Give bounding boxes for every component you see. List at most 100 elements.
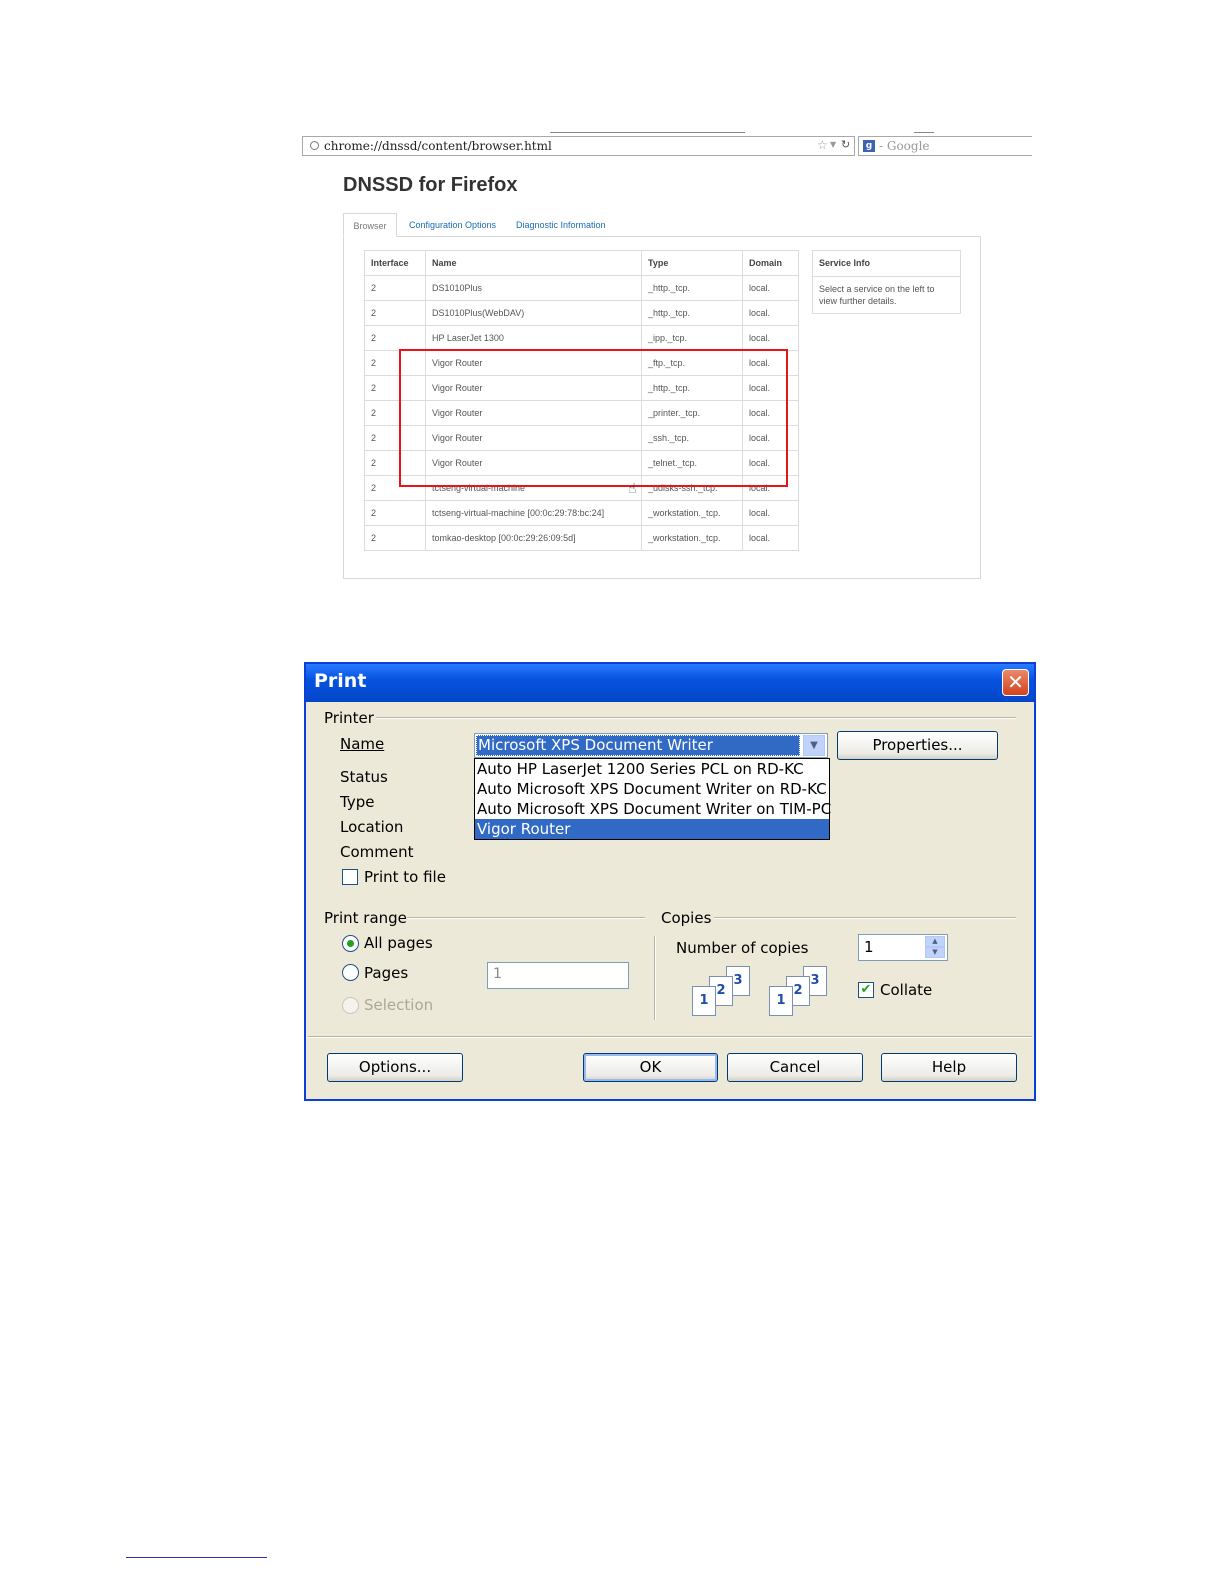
row-name-cell: tomkao-desktop [00:0c:29:26:09:5d]	[425, 525, 642, 551]
number-of-copies-label: Number of copies	[676, 939, 809, 957]
search-bar[interactable]: g - Google	[858, 136, 1032, 156]
search-placeholder: - Google	[879, 139, 930, 153]
search-engine-icon[interactable]: g	[863, 140, 875, 152]
cancel-button[interactable]: Cancel	[727, 1053, 863, 1082]
name-label: Name	[340, 735, 385, 753]
table-row[interactable]: 2 HP LaserJet 1300 _ipp._tcp. local.	[364, 325, 799, 351]
properties-button[interactable]: Properties...	[837, 731, 998, 760]
hand-cursor-icon: ☝	[628, 481, 637, 497]
row-domain-cell: local.	[742, 300, 799, 326]
selection-radio[interactable]	[342, 997, 359, 1014]
tab-diagnostic-information[interactable]: Diagnostic Information	[516, 213, 606, 237]
title-bar[interactable]: Print ✕	[306, 664, 1034, 702]
print-to-file-label[interactable]: Print to file	[364, 868, 446, 886]
printer-option[interactable]: Auto Microsoft XPS Document Writer on RD…	[475, 779, 829, 799]
collate-checkbox[interactable]: ✔	[858, 982, 874, 998]
toolbar-edge	[550, 132, 745, 133]
service-info-title: Service Info	[813, 251, 960, 277]
page-1-icon: 1	[692, 986, 716, 1016]
close-icon[interactable]: ✕	[1002, 669, 1029, 696]
row-interface-cell: 2	[364, 525, 426, 551]
highlight-box	[399, 349, 788, 487]
row-domain-cell: local.	[742, 275, 799, 301]
row-name-cell: DS1010Plus	[425, 275, 642, 301]
tab-browser[interactable]: Browser	[343, 213, 397, 237]
table-row[interactable]: 2 tomkao-desktop [00:0c:29:26:09:5d] _work…	[364, 525, 799, 551]
chevron-down-icon[interactable]: ▼	[830, 140, 836, 149]
copies-group-label: Copies	[661, 909, 712, 927]
row-domain-cell: local.	[742, 525, 799, 551]
page-1-icon: 1	[769, 986, 793, 1016]
table-header-row: Interface Name Type Domain	[364, 250, 799, 276]
table-row[interactable]: 2 DS1010Plus _http._tcp. local.	[364, 275, 799, 301]
printer-option[interactable]: Auto Microsoft XPS Document Writer on TI…	[475, 799, 831, 819]
table-row[interactable]: 2 tctseng-virtual-machine [00:0c:29:78:bc…	[364, 500, 799, 526]
column-header-domain: Domain	[742, 250, 799, 276]
chevron-down-icon[interactable]: ▼	[803, 735, 825, 756]
bookmark-star-icon[interactable]: ☆	[817, 138, 828, 152]
column-header-type: Type	[641, 250, 743, 276]
group-divider	[407, 917, 645, 919]
collate-pages-icon: 3 2 1	[769, 966, 829, 1018]
printer-option[interactable]: Auto HP LaserJet 1200 Series PCL on RD-K…	[475, 759, 829, 779]
ok-button[interactable]: OK	[583, 1053, 718, 1082]
service-info-text: Select a service on the left to view fur…	[819, 284, 935, 306]
printer-name-select[interactable]: Microsoft XPS Document Writer ▼	[474, 733, 828, 758]
group-divider	[714, 917, 1016, 919]
spin-up-icon[interactable]: ▲	[925, 936, 945, 947]
row-type-cell: _http._tcp.	[641, 275, 743, 301]
group-separator	[654, 936, 656, 1020]
pages-label[interactable]: Pages	[364, 964, 408, 982]
comment-label: Comment	[340, 843, 414, 861]
dnssd-browser-screenshot: chrome://dnssd/content/browser.html ☆ ▼ …	[302, 132, 1032, 582]
row-interface-cell: 2	[364, 500, 426, 526]
copies-value: 1	[864, 938, 874, 956]
tab-configuration-options[interactable]: Configuration Options	[409, 213, 496, 237]
footer-rule	[126, 1557, 267, 1558]
globe-icon	[310, 141, 319, 150]
all-pages-radio[interactable]	[342, 935, 359, 952]
address-bar[interactable]: chrome://dnssd/content/browser.html ☆ ▼ …	[302, 136, 855, 156]
row-type-cell: _http._tcp.	[641, 300, 743, 326]
service-info-panel: Service Info Select a service on the lef…	[812, 250, 961, 314]
column-header-name: Name	[425, 250, 642, 276]
printer-option-highlighted[interactable]: Vigor Router	[475, 819, 829, 839]
row-domain-cell: local.	[742, 500, 799, 526]
status-label: Status	[340, 768, 388, 786]
group-divider	[376, 717, 1016, 719]
pages-input[interactable]: 1	[487, 962, 629, 989]
column-header-interface: Interface	[364, 250, 426, 276]
all-pages-label[interactable]: All pages	[364, 934, 433, 952]
toolbar-edge	[914, 132, 934, 133]
row-name-cell: tctseng-virtual-machine [00:0c:29:78:bc:…	[425, 500, 642, 526]
location-label: Location	[340, 818, 404, 836]
selected-printer: Microsoft XPS Document Writer	[476, 735, 800, 756]
printer-dropdown-list: Auto HP LaserJet 1200 Series PCL on RD-K…	[474, 758, 831, 840]
row-name-cell: DS1010Plus(WebDAV)	[425, 300, 642, 326]
type-label: Type	[340, 793, 375, 811]
collate-label[interactable]: Collate	[880, 981, 932, 999]
table-row[interactable]: 2 DS1010Plus(WebDAV) _http._tcp. local.	[364, 300, 799, 326]
row-domain-cell: local.	[742, 325, 799, 351]
pages-radio[interactable]	[342, 964, 359, 981]
print-to-file-checkbox[interactable]	[342, 869, 358, 885]
page-title: DNSSD for Firefox	[343, 174, 518, 196]
print-dialog: Print ✕ Printer Name Microsoft XPS Docum…	[304, 662, 1036, 1101]
print-range-group-label: Print range	[324, 909, 407, 927]
url-text: chrome://dnssd/content/browser.html	[324, 139, 552, 153]
row-interface-cell: 2	[364, 325, 426, 351]
row-type-cell: _workstation._tcp.	[641, 500, 743, 526]
copies-stepper[interactable]: 1 ▲ ▼	[858, 934, 948, 961]
options-button[interactable]: Options...	[327, 1053, 463, 1082]
row-interface-cell: 2	[364, 300, 426, 326]
selection-label: Selection	[364, 996, 434, 1014]
row-name-cell: HP LaserJet 1300	[425, 325, 642, 351]
help-button[interactable]: Help	[881, 1053, 1017, 1082]
reload-icon[interactable]: ↻	[841, 138, 850, 151]
spin-down-icon[interactable]: ▼	[925, 947, 945, 958]
collate-pages-icon: 3 2 1	[692, 966, 752, 1018]
row-interface-cell: 2	[364, 275, 426, 301]
row-type-cell: _ipp._tcp.	[641, 325, 743, 351]
row-type-cell: _workstation._tcp.	[641, 525, 743, 551]
printer-group-label: Printer	[324, 709, 374, 727]
